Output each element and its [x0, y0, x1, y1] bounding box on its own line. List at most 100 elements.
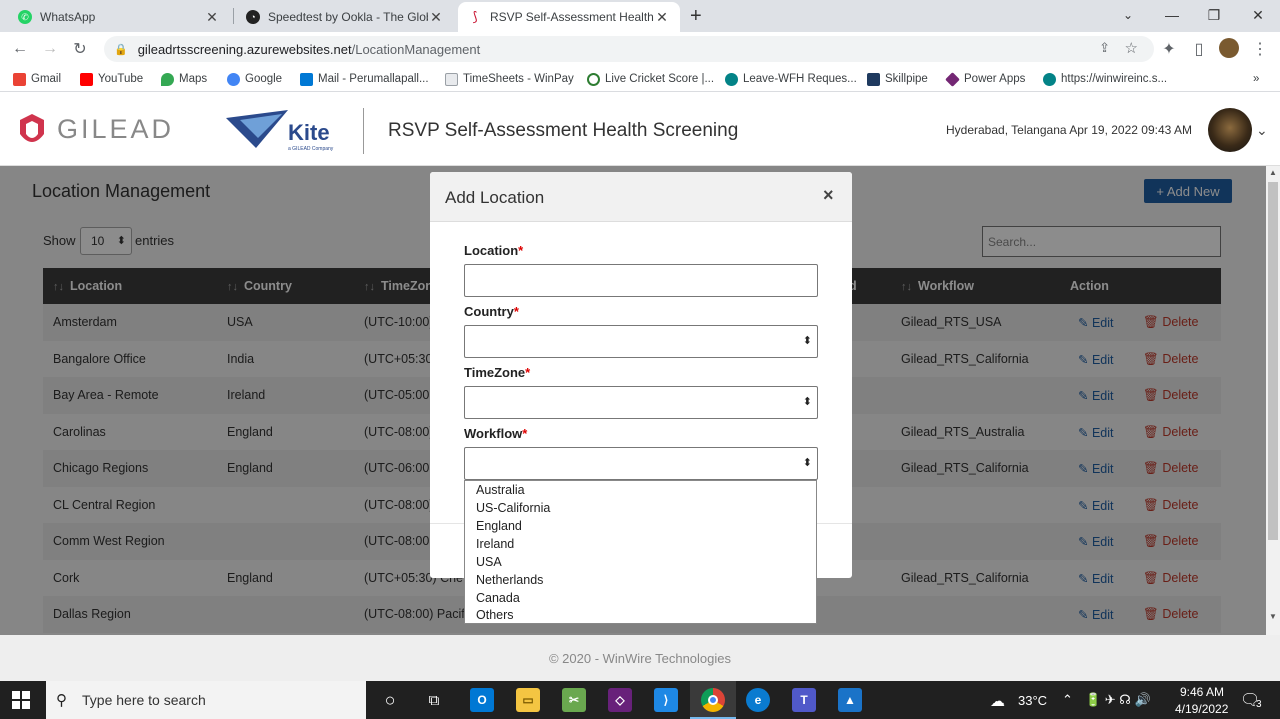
bookmark-power-apps[interactable]: Power Apps	[945, 70, 1025, 88]
minimize-button[interactable]: —	[1150, 0, 1194, 30]
youtube-icon	[80, 72, 93, 86]
workflow-option[interactable]: Canada	[476, 591, 520, 605]
back-arrow-icon[interactable]: ←	[8, 37, 32, 61]
outlook-icon[interactable]: O	[470, 688, 494, 712]
photos-icon[interactable]: ▲	[838, 688, 862, 712]
workflow-option[interactable]: England	[476, 519, 522, 533]
bookmarks-bar: Gmail YouTube Maps Google Mail - Perumal…	[0, 66, 1280, 92]
gilead-logo-icon	[20, 114, 44, 142]
chrome-taskbar-button[interactable]	[690, 681, 736, 719]
chrome-menu-icon[interactable]: ⋮	[1248, 37, 1272, 61]
app-header: GILEAD Kite a GILEAD Company RSVP Self-A…	[0, 96, 1280, 166]
profile-avatar[interactable]	[1219, 38, 1239, 58]
kite-logo-text: Kite	[288, 120, 330, 145]
required-marker: *	[518, 243, 524, 258]
workflow-select[interactable]	[464, 447, 818, 480]
bookmark-label: Leave-WFH Reques...	[743, 73, 857, 85]
whatsapp-icon: ✆	[18, 10, 32, 24]
task-view-icon[interactable]: ⧉	[422, 688, 446, 712]
file-explorer-icon[interactable]: ▭	[516, 688, 540, 712]
field-label-text: Country	[464, 304, 514, 319]
address-bar[interactable]: 🔒 gileadrtsscreening.azurewebsites.net/L…	[104, 36, 1154, 62]
user-avatar[interactable]	[1208, 108, 1252, 152]
tab-title: WhatsApp	[40, 10, 96, 24]
page-scrollbar[interactable]: ▲ ▼	[1266, 166, 1280, 635]
chrome-icon	[701, 688, 725, 712]
tab-speedtest[interactable]: ◔ Speedtest by Ookla - The Global ✕	[236, 2, 454, 32]
teams-icon[interactable]: T	[792, 688, 816, 712]
timezone-select[interactable]	[464, 386, 818, 419]
close-icon[interactable]: ×	[823, 185, 834, 206]
tab-search-chevron-icon[interactable]: ⌄	[1106, 0, 1150, 30]
clock-time[interactable]: 9:46 AM	[1180, 685, 1224, 699]
tray-icons[interactable]: 🔋 ✈ ☊ 🔊	[1085, 692, 1151, 708]
gilead-favicon-icon: ⟆	[468, 9, 482, 24]
close-tab-icon[interactable]: ✕	[654, 9, 670, 26]
modal-header: Add Location ×	[430, 172, 852, 222]
gilead-logo-text: GILEAD	[57, 114, 175, 144]
more-bookmarks-button[interactable]: »	[1253, 70, 1259, 88]
country-select[interactable]	[464, 325, 818, 358]
reload-icon[interactable]: ↻	[68, 37, 92, 61]
location-input[interactable]	[464, 264, 818, 297]
field-label-text: Location	[464, 243, 519, 258]
bookmark-youtube[interactable]: YouTube	[80, 70, 143, 88]
close-tab-icon[interactable]: ✕	[428, 9, 444, 26]
notification-count: 3	[1256, 699, 1262, 710]
bookmark-gmail[interactable]: Gmail	[13, 70, 61, 88]
bookmark-maps[interactable]: Maps	[161, 70, 207, 88]
search-placeholder: Type here to search	[82, 692, 206, 708]
side-panel-icon[interactable]: ▯	[1187, 37, 1211, 61]
workflow-option[interactable]: Ireland	[476, 537, 514, 551]
cortana-icon[interactable]: ○	[378, 688, 402, 712]
page-icon	[445, 72, 458, 86]
workflow-option[interactable]: Australia	[476, 483, 525, 497]
chevron-up-icon[interactable]: ⌃	[1062, 692, 1073, 708]
location-datetime: Hyderabad, Telangana Apr 19, 2022 09:43 …	[946, 123, 1192, 137]
new-tab-button[interactable]: +	[690, 5, 702, 28]
restore-button[interactable]: ❐	[1192, 0, 1236, 30]
vscode-icon[interactable]: ⟩	[654, 688, 678, 712]
workflow-option[interactable]: US-California	[476, 501, 550, 515]
sharepoint-icon	[725, 72, 738, 86]
share-icon[interactable]: ⇪	[1099, 40, 1110, 56]
clock-date[interactable]: 4/19/2022	[1175, 702, 1228, 716]
window-close-button[interactable]: ✕	[1236, 0, 1280, 30]
scroll-down-icon[interactable]: ▼	[1269, 612, 1277, 621]
chevron-down-icon[interactable]: ⌄	[1256, 122, 1268, 139]
tab-rsvp[interactable]: ⟆ RSVP Self-Assessment Health Sc ✕	[458, 2, 680, 32]
kite-logo-subtitle: a GILEAD Company	[288, 146, 334, 152]
workflow-option[interactable]: Others	[476, 608, 514, 622]
workflow-option[interactable]: Netherlands	[476, 573, 543, 587]
temperature[interactable]: 33°C	[1018, 693, 1047, 708]
scrollbar-thumb[interactable]	[1268, 182, 1278, 540]
bookmark-cricket[interactable]: Live Cricket Score |...	[587, 70, 714, 88]
header-divider	[363, 108, 364, 154]
field-label-text: Workflow	[464, 426, 523, 441]
windows-start-icon[interactable]	[12, 691, 30, 709]
tab-title: RSVP Self-Assessment Health Sc	[490, 10, 654, 24]
bookmark-label: Live Cricket Score |...	[605, 73, 715, 85]
weather-icon[interactable]: ☁	[990, 692, 1005, 710]
bookmark-skillpipe[interactable]: Skillpipe	[867, 70, 928, 88]
edge-icon[interactable]: e	[746, 688, 770, 712]
bookmark-winwire[interactable]: https://winwireinc.s...	[1043, 70, 1167, 88]
bookmark-mail[interactable]: Mail - Perumallapall...	[300, 70, 429, 88]
speedtest-icon: ◔	[246, 10, 260, 24]
bookmark-timesheets[interactable]: TimeSheets - WinPay	[445, 70, 574, 88]
search-icon: ⚲	[56, 692, 67, 709]
visual-studio-icon[interactable]: ◇	[608, 688, 632, 712]
snipping-tool-icon[interactable]: ✂	[562, 688, 586, 712]
lock-icon: 🔒	[114, 43, 128, 56]
extensions-icon[interactable]: ✦	[1157, 37, 1181, 61]
bookmark-google[interactable]: Google	[227, 70, 282, 88]
tab-whatsapp[interactable]: ✆ WhatsApp ✕	[8, 2, 230, 32]
workflow-option[interactable]: USA	[476, 555, 502, 569]
scroll-up-icon[interactable]: ▲	[1269, 168, 1277, 177]
close-tab-icon[interactable]: ✕	[204, 9, 220, 26]
bookmark-star-icon[interactable]: ☆	[1125, 39, 1138, 57]
country-label: Country*	[464, 304, 519, 319]
taskbar-search-input[interactable]: ⚲ Type here to search	[46, 681, 366, 719]
bookmark-leave-wfh[interactable]: Leave-WFH Reques...	[725, 70, 857, 88]
forward-arrow-icon[interactable]: →	[38, 37, 62, 61]
